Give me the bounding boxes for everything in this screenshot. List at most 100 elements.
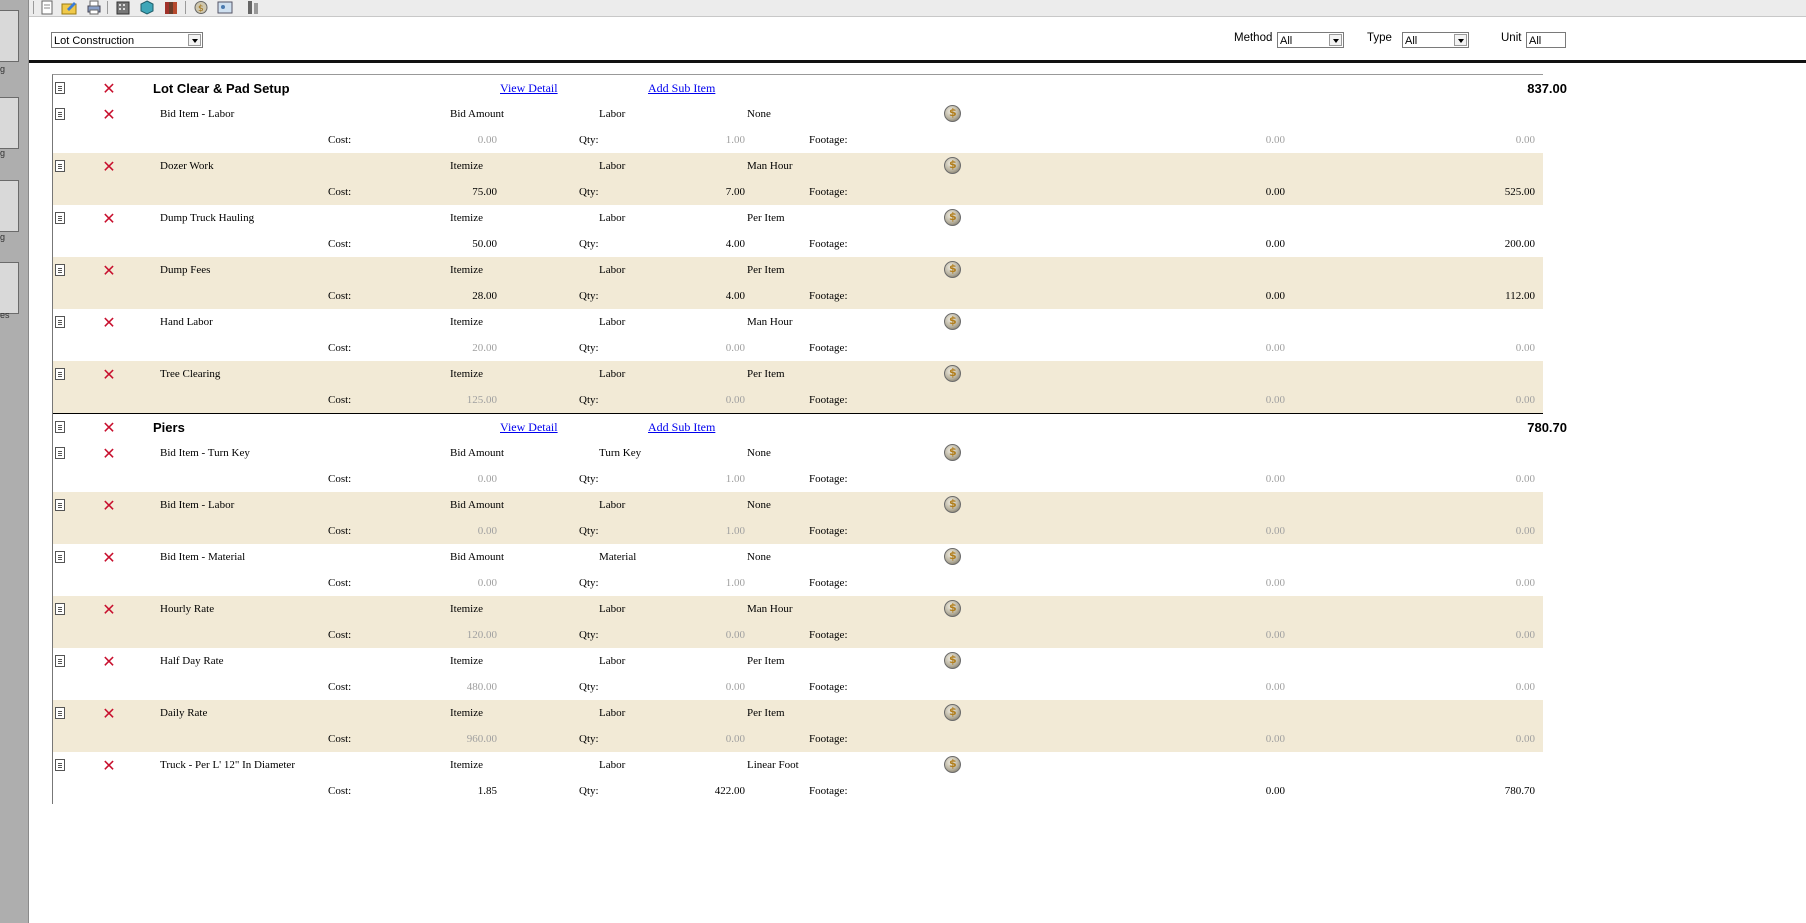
footage-value[interactable]: 0.00 — [1266, 186, 1285, 198]
delete-icon[interactable]: ✕ — [102, 81, 116, 97]
footage-value[interactable]: 0.00 — [1266, 629, 1285, 641]
footage-value[interactable]: 0.00 — [1266, 733, 1285, 745]
delete-icon[interactable]: ✕ — [102, 315, 116, 331]
qty-value[interactable]: 422.00 — [715, 785, 745, 797]
document-icon[interactable] — [55, 707, 65, 719]
cost-value[interactable]: 1.85 — [478, 785, 497, 797]
coin-icon[interactable] — [944, 600, 961, 617]
qty-value[interactable]: 1.00 — [726, 577, 745, 589]
coin-icon[interactable] — [944, 548, 961, 565]
footage-value[interactable]: 0.00 — [1266, 785, 1285, 797]
sidebar-button-3[interactable] — [0, 180, 19, 232]
coin-icon[interactable] — [944, 704, 961, 721]
cube-icon[interactable] — [139, 0, 155, 15]
qty-value[interactable]: 0.00 — [726, 733, 745, 745]
tools-icon[interactable] — [245, 0, 261, 15]
coin-icon[interactable] — [944, 157, 961, 174]
document-icon[interactable] — [55, 421, 65, 433]
type-select[interactable]: All — [1402, 32, 1469, 48]
qty-value[interactable]: 4.00 — [726, 238, 745, 250]
qty-value[interactable]: 1.00 — [726, 473, 745, 485]
document-icon[interactable] — [55, 759, 65, 771]
coin-icon[interactable] — [944, 105, 961, 122]
cost-value[interactable]: 120.00 — [467, 629, 497, 641]
delete-icon[interactable]: ✕ — [102, 263, 116, 279]
footage-value[interactable]: 0.00 — [1266, 290, 1285, 302]
cost-value[interactable]: 75.00 — [472, 186, 497, 198]
open-folder-icon[interactable] — [61, 0, 77, 15]
footage-value[interactable]: 0.00 — [1266, 238, 1285, 250]
delete-icon[interactable]: ✕ — [102, 758, 116, 774]
document-icon[interactable] — [55, 316, 65, 328]
delete-icon[interactable]: ✕ — [102, 602, 116, 618]
cost-value[interactable]: 960.00 — [467, 733, 497, 745]
sidebar-button-1[interactable] — [0, 10, 19, 62]
document-icon[interactable] — [55, 551, 65, 563]
delete-icon[interactable]: ✕ — [102, 550, 116, 566]
qty-value[interactable]: 0.00 — [726, 342, 745, 354]
delete-icon[interactable]: ✕ — [102, 446, 116, 462]
coin-icon[interactable] — [944, 496, 961, 513]
footage-value[interactable]: 0.00 — [1266, 473, 1285, 485]
document-icon[interactable] — [55, 368, 65, 380]
document-icon[interactable] — [55, 447, 65, 459]
cost-value[interactable]: 125.00 — [467, 394, 497, 406]
print-icon[interactable] — [86, 0, 102, 15]
document-icon[interactable] — [55, 264, 65, 276]
qty-value[interactable]: 0.00 — [726, 629, 745, 641]
delete-icon[interactable]: ✕ — [102, 654, 116, 670]
chevron-down-icon[interactable] — [1329, 34, 1342, 46]
delete-icon[interactable]: ✕ — [102, 159, 116, 175]
delete-icon[interactable]: ✕ — [102, 107, 116, 123]
coin-icon[interactable] — [944, 313, 961, 330]
coin-icon[interactable] — [944, 209, 961, 226]
cost-value[interactable]: 0.00 — [478, 525, 497, 537]
qty-value[interactable]: 1.00 — [726, 134, 745, 146]
cost-value[interactable]: 0.00 — [478, 577, 497, 589]
document-icon[interactable] — [55, 603, 65, 615]
cost-value[interactable]: 20.00 — [472, 342, 497, 354]
coin-icon[interactable] — [944, 261, 961, 278]
document-icon[interactable] — [55, 655, 65, 667]
cost-value[interactable]: 480.00 — [467, 681, 497, 693]
coin-icon[interactable] — [944, 756, 961, 773]
delete-icon[interactable]: ✕ — [102, 211, 116, 227]
cost-value[interactable]: 0.00 — [478, 473, 497, 485]
qty-value[interactable]: 4.00 — [726, 290, 745, 302]
add-sub-item-link[interactable]: Add Sub Item — [648, 420, 715, 435]
category-select[interactable]: Lot Construction — [51, 32, 203, 48]
delete-icon[interactable]: ✕ — [102, 706, 116, 722]
footage-value[interactable]: 0.00 — [1266, 681, 1285, 693]
coin-icon[interactable] — [944, 652, 961, 669]
qty-value[interactable]: 0.00 — [726, 394, 745, 406]
view-detail-link[interactable]: View Detail — [500, 420, 558, 435]
cost-value[interactable]: 0.00 — [478, 134, 497, 146]
books-icon[interactable] — [163, 0, 179, 15]
cost-value[interactable]: 28.00 — [472, 290, 497, 302]
sidebar-button-2[interactable] — [0, 97, 19, 149]
new-document-icon[interactable] — [39, 0, 55, 15]
document-icon[interactable] — [55, 212, 65, 224]
add-sub-item-link[interactable]: Add Sub Item — [648, 81, 715, 96]
coin-icon[interactable] — [944, 444, 961, 461]
footage-value[interactable]: 0.00 — [1266, 577, 1285, 589]
delete-icon[interactable]: ✕ — [102, 498, 116, 514]
footage-value[interactable]: 0.00 — [1266, 394, 1285, 406]
footage-value[interactable]: 0.00 — [1266, 134, 1285, 146]
chevron-down-icon[interactable] — [188, 34, 201, 46]
sidebar-button-4[interactable] — [0, 262, 19, 314]
document-icon[interactable] — [55, 499, 65, 511]
document-icon[interactable] — [55, 82, 65, 94]
building-icon[interactable] — [115, 0, 131, 15]
delete-icon[interactable]: ✕ — [102, 367, 116, 383]
footage-value[interactable]: 0.00 — [1266, 525, 1285, 537]
view-detail-link[interactable]: View Detail — [500, 81, 558, 96]
document-icon[interactable] — [55, 160, 65, 172]
method-select[interactable]: All — [1277, 32, 1344, 48]
qty-value[interactable]: 1.00 — [726, 525, 745, 537]
footage-value[interactable]: 0.00 — [1266, 342, 1285, 354]
coin-icon[interactable]: $ — [193, 0, 209, 15]
chevron-down-icon[interactable] — [1454, 34, 1467, 46]
cost-value[interactable]: 50.00 — [472, 238, 497, 250]
qty-value[interactable]: 0.00 — [726, 681, 745, 693]
